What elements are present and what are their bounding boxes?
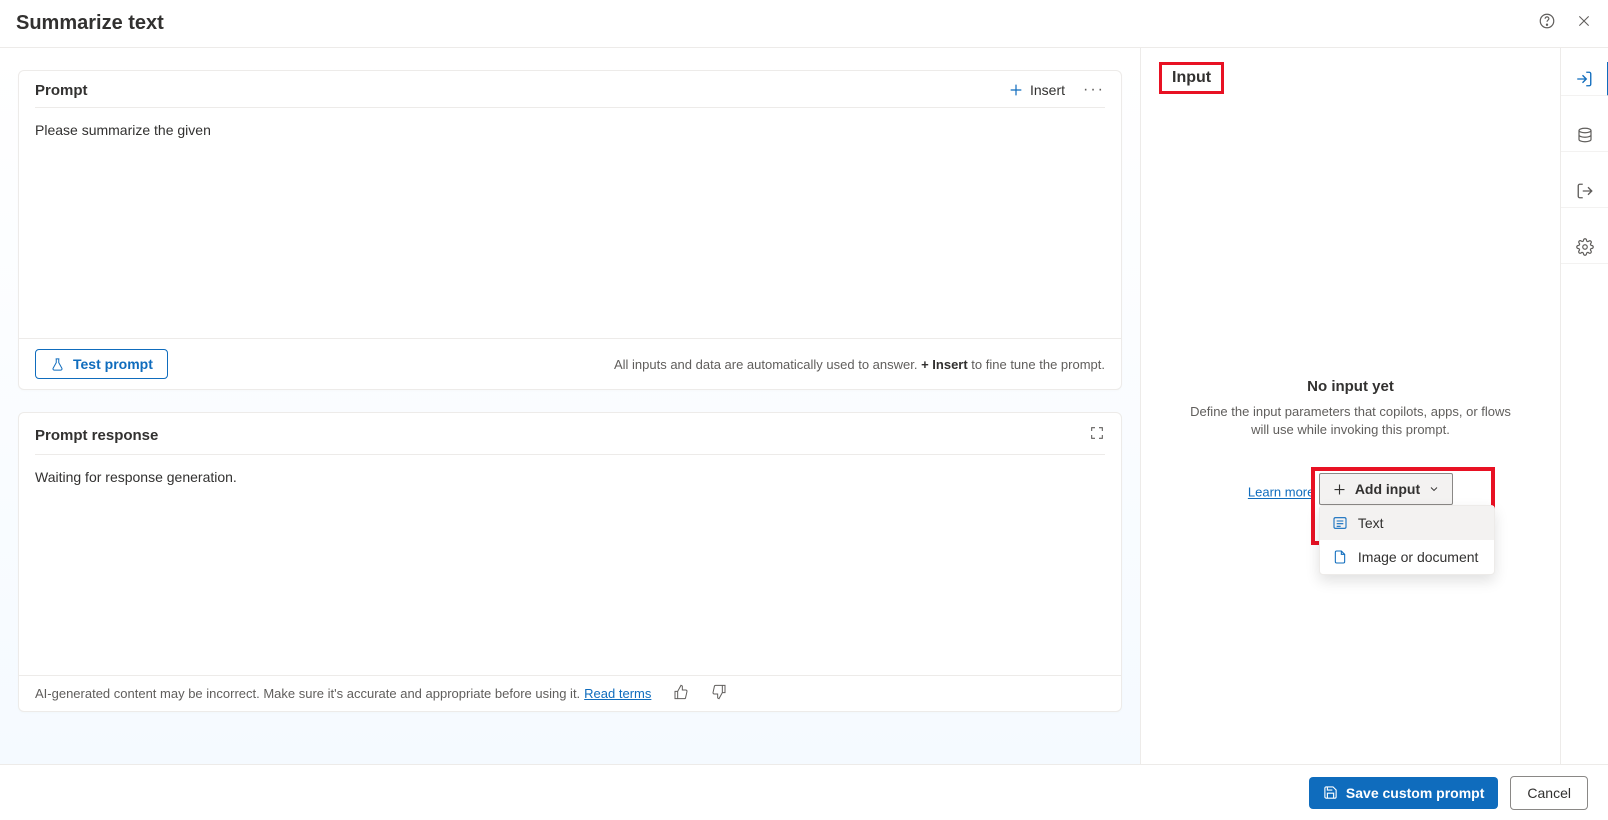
document-icon bbox=[1332, 549, 1348, 565]
prompt-card: Prompt Insert ··· Please summarize the g… bbox=[18, 70, 1122, 390]
chevron-down-icon bbox=[1428, 483, 1440, 495]
prompt-section-title: Prompt bbox=[35, 82, 1008, 99]
page-title: Summarize text bbox=[16, 12, 1538, 35]
prompt-textarea[interactable]: Please summarize the given bbox=[19, 108, 1121, 338]
add-input-label: Add input bbox=[1355, 481, 1420, 497]
footer-bar: Save custom prompt Cancel bbox=[0, 764, 1608, 820]
input-panel: Input No input yet Define the input para… bbox=[1140, 48, 1560, 764]
response-body: Waiting for response generation. bbox=[19, 455, 1121, 675]
test-prompt-button[interactable]: Test prompt bbox=[35, 349, 168, 379]
thumbs-down-icon[interactable] bbox=[711, 684, 727, 703]
thumbs-up-icon[interactable] bbox=[673, 684, 689, 703]
learn-more-link[interactable]: Learn more bbox=[1248, 485, 1314, 500]
save-button[interactable]: Save custom prompt bbox=[1309, 777, 1498, 809]
rail-settings-icon[interactable] bbox=[1561, 230, 1608, 264]
insert-button[interactable]: Insert bbox=[1008, 82, 1065, 98]
add-input-button[interactable]: Add input bbox=[1319, 473, 1453, 505]
rail-output-icon[interactable] bbox=[1561, 174, 1608, 208]
more-icon[interactable]: ··· bbox=[1083, 81, 1105, 99]
cancel-button[interactable]: Cancel bbox=[1510, 776, 1588, 810]
close-icon[interactable] bbox=[1576, 13, 1592, 34]
save-icon bbox=[1323, 785, 1338, 800]
read-terms-link[interactable]: Read terms bbox=[584, 686, 651, 701]
text-icon bbox=[1332, 515, 1348, 531]
rail-data-icon[interactable] bbox=[1561, 118, 1608, 152]
right-rail bbox=[1560, 48, 1608, 764]
input-tab[interactable]: Input bbox=[1162, 65, 1221, 91]
header-bar: Summarize text bbox=[0, 0, 1608, 48]
highlight-annotation: Input bbox=[1159, 62, 1224, 94]
help-icon[interactable] bbox=[1538, 12, 1556, 35]
save-button-label: Save custom prompt bbox=[1346, 785, 1484, 801]
response-disclaimer: AI-generated content may be incorrect. M… bbox=[35, 686, 580, 701]
no-input-title: No input yet bbox=[1181, 378, 1520, 395]
add-input-dropdown: Text Image or document bbox=[1319, 505, 1495, 575]
rail-input-icon[interactable] bbox=[1561, 62, 1608, 96]
dropdown-item-text[interactable]: Text bbox=[1320, 506, 1494, 540]
dropdown-item-image[interactable]: Image or document bbox=[1320, 540, 1494, 574]
insert-button-label: Insert bbox=[1030, 82, 1065, 98]
prompt-hint: All inputs and data are automatically us… bbox=[168, 357, 1105, 372]
no-input-desc: Define the input parameters that copilot… bbox=[1181, 403, 1520, 439]
test-prompt-label: Test prompt bbox=[73, 356, 153, 372]
response-card: Prompt response Waiting for response gen… bbox=[18, 412, 1122, 712]
expand-icon[interactable] bbox=[1089, 425, 1105, 446]
response-section-title: Prompt response bbox=[35, 427, 1089, 444]
